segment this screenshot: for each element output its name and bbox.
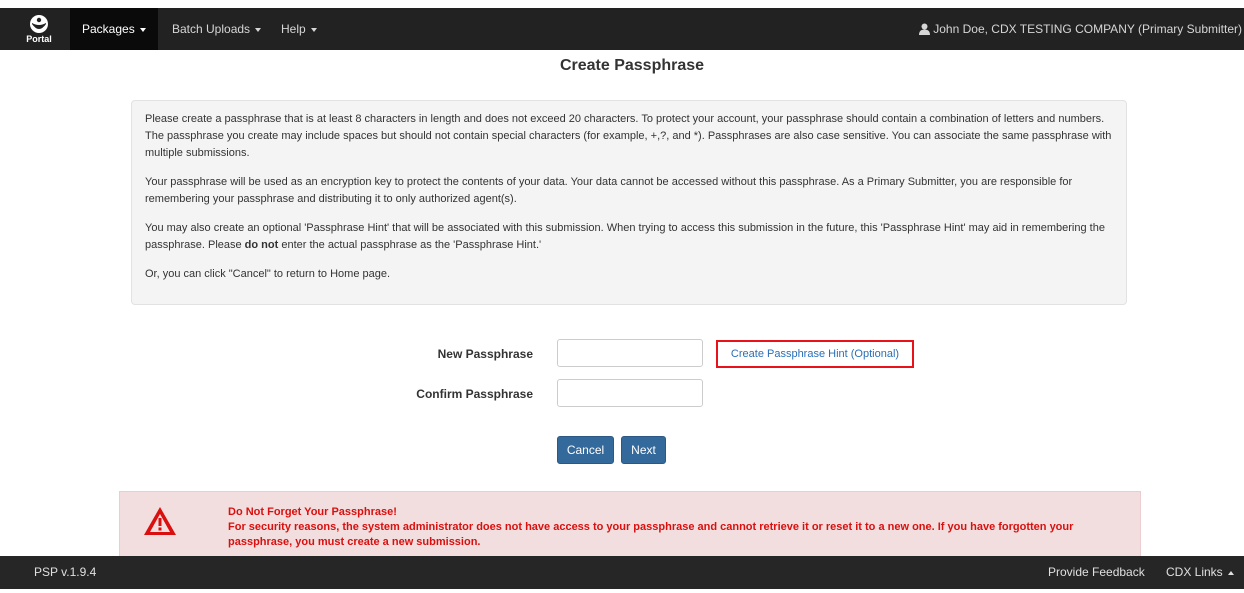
provide-feedback-link[interactable]: Provide Feedback [1048, 551, 1145, 593]
nav-help-label: Help [281, 22, 306, 36]
page-title: Create Passphrase [559, 57, 705, 74]
user-icon [919, 23, 931, 35]
caret-down-icon [310, 27, 317, 32]
user-name: John Doe, CDX TESTING COMPANY (Primary S… [933, 22, 1242, 36]
nav-packages[interactable]: Packages [70, 8, 158, 50]
warning-icon [144, 507, 176, 535]
cancel-button[interactable]: Cancel [557, 436, 614, 464]
footer: PSP v.1.9.4 Provide Feedback CDX Links [0, 556, 1244, 589]
caret-up-icon [1227, 570, 1234, 575]
nav-batch-uploads-label: Batch Uploads [172, 22, 251, 36]
cdx-links-menu[interactable]: CDX Links [1166, 551, 1234, 593]
next-button[interactable]: Next [621, 436, 666, 464]
instructions-paragraph: You may also create an optional 'Passphr… [145, 220, 1113, 254]
alert-text: Do Not Forget Your Passphrase! For secur… [228, 505, 1128, 550]
passphrase-warning-alert: Do Not Forget Your Passphrase! For secur… [119, 491, 1141, 566]
caret-down-icon [255, 27, 262, 32]
top-navbar: Portal Packages Batch Uploads Help John … [0, 8, 1244, 50]
cdx-links-label: CDX Links [1166, 565, 1223, 579]
nav-help[interactable]: Help [281, 8, 317, 50]
brand-label: Portal [26, 34, 52, 44]
instructions-panel: Please create a passphrase that is at le… [131, 100, 1127, 305]
new-passphrase-label: New Passphrase [437, 347, 533, 361]
nav-batch-uploads[interactable]: Batch Uploads [172, 8, 262, 50]
nav-packages-label: Packages [82, 22, 135, 36]
confirm-passphrase-label: Confirm Passphrase [416, 387, 533, 401]
hint-text-after: enter the actual passphrase as the 'Pass… [278, 239, 542, 251]
instructions-paragraph: Your passphrase will be used as an encry… [145, 176, 1073, 205]
new-passphrase-input[interactable] [557, 339, 703, 367]
user-menu[interactable]: John Doe, CDX TESTING COMPANY (Primary S… [919, 8, 1242, 50]
instructions-paragraph: Or, you can click "Cancel" to return to … [145, 268, 391, 280]
confirm-passphrase-input[interactable] [557, 379, 703, 407]
alert-title: Do Not Forget Your Passphrase! [228, 506, 397, 518]
caret-down-icon [139, 27, 146, 32]
alert-body: For security reasons, the system adminis… [228, 521, 1074, 548]
create-passphrase-hint-link[interactable]: Create Passphrase Hint (Optional) [716, 340, 914, 368]
instructions-paragraph: Please create a passphrase that is at le… [145, 113, 1112, 159]
hint-text-bold: do not [244, 239, 279, 251]
version-label: PSP v.1.9.4 [34, 565, 97, 579]
portal-brand[interactable]: Portal [12, 8, 66, 50]
portal-logo-icon [30, 15, 48, 33]
